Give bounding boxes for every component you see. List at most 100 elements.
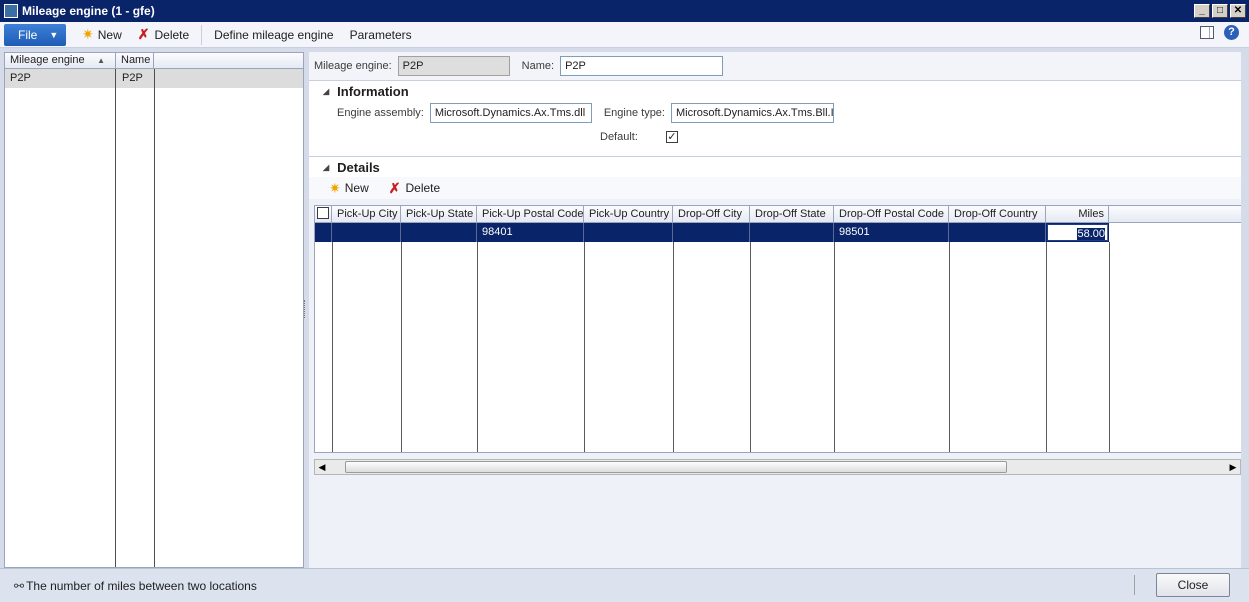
information-header[interactable]: ◢ Information bbox=[309, 81, 1241, 101]
row-filler bbox=[1109, 223, 1241, 242]
chevron-down-icon: ▼ bbox=[49, 29, 59, 40]
scroll-right-icon[interactable]: ▶ bbox=[1226, 460, 1240, 474]
assembly-row: Engine assembly: Microsoft.Dynamics.Ax.T… bbox=[309, 101, 1241, 125]
layout-icon[interactable] bbox=[1200, 26, 1214, 39]
default-checkbox[interactable]: ✓ bbox=[666, 131, 678, 143]
delete-button[interactable]: ✗ Delete bbox=[130, 24, 197, 46]
cell-pickup-country[interactable] bbox=[584, 223, 673, 242]
engine-assembly-field[interactable]: Microsoft.Dynamics.Ax.Tms.dll bbox=[429, 103, 592, 123]
close-window-button[interactable]: ✕ bbox=[1230, 4, 1246, 18]
cell-dropoff-country[interactable] bbox=[949, 223, 1046, 242]
scrollbar-thumb[interactable] bbox=[345, 461, 1007, 473]
details-header[interactable]: ◢ Details bbox=[309, 157, 1241, 177]
miles-value: 58.00 bbox=[1077, 228, 1105, 240]
details-pane: Mileage engine: P2P Name: P2P ◢ Informat… bbox=[309, 52, 1241, 568]
pane-splitter[interactable] bbox=[304, 300, 307, 318]
status-help-text: The number of miles between two location… bbox=[26, 578, 257, 593]
information-fasttab: ◢ Information Engine assembly: Microsoft… bbox=[309, 80, 1241, 156]
cell-dropoff-postal-code[interactable]: 98501 bbox=[834, 223, 949, 242]
cell-pickup-postal-code[interactable]: 98401 bbox=[477, 223, 584, 242]
binoculars-icon: ⚯ bbox=[14, 578, 25, 593]
engine-assembly-label: Engine assembly: bbox=[337, 107, 424, 119]
name-field[interactable]: P2P bbox=[560, 56, 724, 76]
new-star-icon: ✷ bbox=[82, 26, 94, 42]
status-divider bbox=[1134, 575, 1135, 595]
cell-engine: P2P bbox=[10, 72, 31, 84]
column-divider bbox=[834, 242, 835, 452]
name-label: Name: bbox=[521, 60, 555, 72]
file-menu-button[interactable]: File ▼ bbox=[4, 23, 66, 46]
cell-name: P2P bbox=[122, 72, 143, 84]
column-divider bbox=[949, 242, 950, 452]
information-title: Information bbox=[337, 83, 409, 99]
select-all-cell[interactable] bbox=[315, 206, 332, 222]
details-delete-label: Delete bbox=[405, 181, 441, 195]
minimize-button[interactable]: _ bbox=[1194, 4, 1210, 18]
column-divider bbox=[332, 242, 333, 452]
details-toolbar: ✷ New ✗ Delete bbox=[309, 177, 1241, 199]
delete-x-icon: ✗ bbox=[388, 179, 401, 196]
column-divider bbox=[673, 242, 674, 452]
details-delete-button[interactable]: ✗ Delete bbox=[387, 177, 448, 199]
column-divider bbox=[115, 69, 116, 567]
table-row[interactable]: 98401 98501 58.00 bbox=[315, 223, 1241, 242]
scroll-left-icon[interactable]: ◀ bbox=[315, 460, 329, 474]
delete-label: Delete bbox=[154, 27, 190, 42]
close-button[interactable]: Close bbox=[1156, 573, 1230, 597]
list-header: Mileage engine ▲ Name bbox=[5, 53, 303, 69]
column-divider bbox=[477, 242, 478, 452]
new-label: New bbox=[97, 27, 122, 42]
column-header-dropoff-postal-code[interactable]: Drop-Off Postal Code bbox=[834, 206, 949, 222]
help-icon[interactable]: ? bbox=[1224, 25, 1239, 40]
maximize-button[interactable]: □ bbox=[1212, 4, 1228, 18]
engine-type-label: Engine type: bbox=[603, 107, 665, 119]
app-icon bbox=[4, 4, 18, 18]
parameters-button[interactable]: Parameters bbox=[342, 24, 420, 46]
column-header-mileage-engine[interactable]: Mileage engine ▲ bbox=[5, 53, 116, 68]
column-divider bbox=[154, 69, 155, 567]
row-selector[interactable] bbox=[315, 223, 332, 242]
cell-dropoff-state[interactable] bbox=[750, 223, 834, 242]
details-fasttab: ◢ Details ✷ New ✗ Delete bbox=[309, 156, 1241, 199]
column-divider bbox=[1046, 242, 1047, 452]
cell-dropoff-city[interactable] bbox=[673, 223, 750, 242]
column-header-pickup-country[interactable]: Pick-Up Country bbox=[584, 206, 673, 222]
mileage-engine-label: Mileage engine: bbox=[314, 60, 392, 72]
column-header-miles[interactable]: Miles bbox=[1046, 206, 1109, 222]
define-mileage-engine-button[interactable]: Define mileage engine bbox=[206, 24, 341, 46]
column-header-dropoff-state[interactable]: Drop-Off State bbox=[750, 206, 834, 222]
horizontal-scrollbar[interactable]: ◀ ▶ bbox=[314, 459, 1241, 475]
column-header-pickup-city[interactable]: Pick-Up City bbox=[332, 206, 401, 222]
title-bar: Mileage engine (1 - gfe) _ □ ✕ bbox=[0, 0, 1249, 22]
mileage-engine-field: P2P bbox=[397, 56, 510, 76]
details-new-button[interactable]: ✷ New bbox=[327, 177, 377, 199]
column-header-dropoff-country[interactable]: Drop-Off Country bbox=[949, 206, 1046, 222]
sort-ascending-icon: ▲ bbox=[97, 56, 105, 65]
status-bar: ⚯ The number of miles between two locati… bbox=[0, 568, 1249, 602]
delete-x-icon: ✗ bbox=[137, 26, 150, 42]
cell-miles-input[interactable]: 58.00 bbox=[1047, 224, 1108, 241]
action-pane: File ▼ ✷ New ✗ Delete Define mileage eng… bbox=[0, 22, 1249, 48]
column-divider bbox=[750, 242, 751, 452]
column-label: Mileage engine bbox=[10, 54, 85, 66]
column-header-dropoff-city[interactable]: Drop-Off City bbox=[673, 206, 750, 222]
new-star-icon: ✷ bbox=[329, 179, 341, 196]
column-header-pickup-state[interactable]: Pick-Up State bbox=[401, 206, 477, 222]
column-divider bbox=[401, 242, 402, 452]
column-header-pickup-postal-code[interactable]: Pick-Up Postal Code bbox=[477, 206, 584, 222]
column-header-name[interactable]: Name bbox=[116, 53, 154, 68]
details-new-label: New bbox=[344, 181, 369, 195]
select-all-checkbox[interactable] bbox=[317, 207, 329, 219]
grid-header: Pick-Up City Pick-Up State Pick-Up Posta… bbox=[315, 206, 1241, 223]
cell-pickup-state[interactable] bbox=[401, 223, 477, 242]
default-label: Default: bbox=[600, 131, 638, 143]
collapse-triangle-icon: ◢ bbox=[323, 86, 330, 96]
default-row: Default: ✓ bbox=[309, 125, 1241, 149]
toolbar-divider bbox=[201, 24, 203, 45]
engine-type-field[interactable]: Microsoft.Dynamics.Ax.Tms.Bll.I bbox=[670, 103, 834, 123]
new-button[interactable]: ✷ New bbox=[74, 24, 130, 46]
mileage-details-grid: Pick-Up City Pick-Up State Pick-Up Posta… bbox=[314, 205, 1241, 453]
cell-pickup-city[interactable] bbox=[332, 223, 401, 242]
column-divider bbox=[584, 242, 585, 452]
engine-list-grid: Mileage engine ▲ Name P2P P2P bbox=[4, 52, 304, 568]
